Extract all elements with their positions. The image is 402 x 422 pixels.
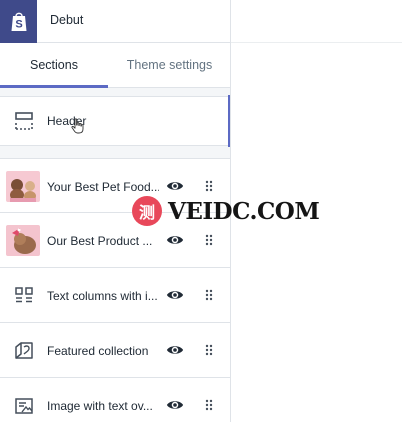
eye-icon[interactable] [166, 341, 184, 359]
drag-handle-icon[interactable] [204, 234, 214, 246]
top-bar: S Debut [0, 0, 230, 43]
drag-handle-icon[interactable] [204, 289, 214, 301]
shopify-bag-icon: S [11, 12, 26, 31]
eye-icon[interactable] [166, 286, 184, 304]
eye-icon[interactable] [166, 231, 184, 249]
section-thumbnail [6, 171, 40, 202]
watermark-badge: 测 [132, 196, 162, 226]
section-label: Image with text ov... [47, 399, 153, 413]
section-row-featured-collection[interactable]: Featured collection [0, 323, 230, 378]
drag-handle-icon[interactable] [204, 344, 214, 356]
section-label: Header [47, 114, 87, 128]
section-label: Text columns with i... [47, 289, 158, 303]
section-row-image-overlay[interactable]: Image with text ov... [0, 378, 230, 422]
section-label: Our Best Product ... [47, 234, 153, 248]
svg-text:S: S [15, 19, 22, 31]
text-columns-icon [13, 285, 35, 307]
tab-theme-settings[interactable]: Theme settings [108, 43, 230, 87]
drag-handle-icon[interactable] [204, 180, 214, 192]
tab-sections[interactable]: Sections [0, 43, 108, 88]
eye-icon[interactable] [166, 396, 184, 414]
header-layout-icon [13, 110, 35, 132]
section-thumbnail [6, 225, 40, 256]
section-label: Featured collection [47, 344, 149, 358]
watermark-badge-text: 测 [138, 203, 155, 222]
hand-cursor-icon [71, 118, 84, 134]
drag-handle-icon[interactable] [204, 399, 214, 411]
preview-top-bar [231, 0, 402, 43]
tab-bar: Sections Theme settings [0, 43, 230, 88]
watermark-text: VEIDC.COM [168, 197, 320, 225]
section-header[interactable]: Header [0, 95, 230, 147]
theme-editor: S Debut Sections Theme settings Header Y… [0, 0, 402, 422]
watermark: 测 VEIDC.COM [132, 196, 320, 226]
section-label: Your Best Pet Food... [47, 180, 159, 194]
collection-icon [13, 340, 35, 362]
shopify-logo[interactable]: S [0, 0, 37, 43]
section-row-text-columns[interactable]: Text columns with i... [0, 268, 230, 323]
theme-name: Debut [50, 13, 84, 27]
image-overlay-icon [13, 395, 35, 417]
eye-icon[interactable] [166, 177, 184, 195]
